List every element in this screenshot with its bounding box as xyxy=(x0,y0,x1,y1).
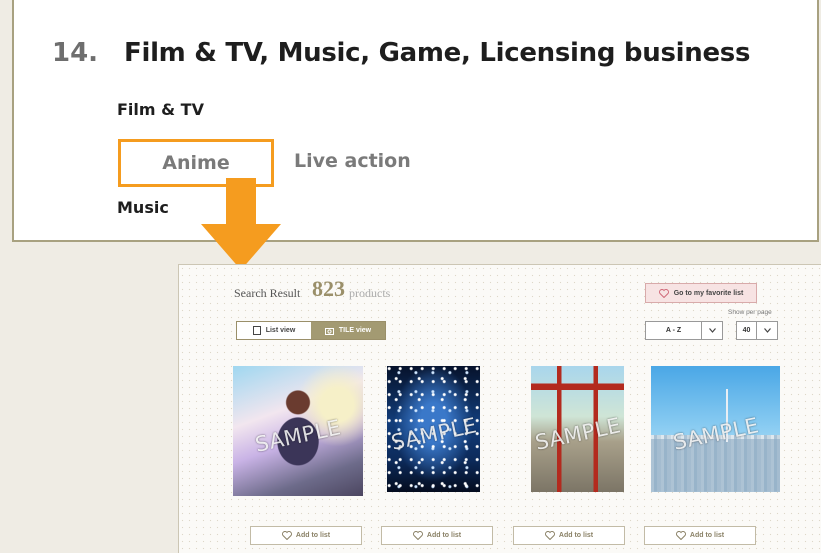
add-to-list-button[interactable]: Add to list xyxy=(250,526,362,545)
view-toggle: List view TILE view xyxy=(236,321,386,340)
add-to-list-button[interactable]: Add to list xyxy=(381,526,493,545)
search-result-panel: Search Result 823 products Go to my favo… xyxy=(178,264,821,553)
heart-icon xyxy=(544,531,555,540)
add-to-list-label: Add to list xyxy=(689,532,725,539)
heart-icon xyxy=(658,288,669,298)
list-view-label: List view xyxy=(265,327,296,334)
document-icon xyxy=(252,326,261,335)
add-to-list-button[interactable]: Add to list xyxy=(513,526,625,545)
show-per-page-label: Show per page xyxy=(728,309,772,316)
search-result-label: Search Result xyxy=(234,286,301,300)
heart-icon xyxy=(412,531,423,540)
product-image[interactable]: SAMPLE xyxy=(531,366,624,492)
section-header-box: 14. Film & TV, Music, Game, Licensing bu… xyxy=(12,0,819,242)
per-page-select[interactable]: 40 xyxy=(736,321,778,340)
tile-view-button[interactable]: TILE view xyxy=(311,322,385,339)
category-film-tv: Film & TV xyxy=(117,100,204,119)
result-count: 823 xyxy=(312,276,345,301)
chevron-down-icon xyxy=(701,322,722,339)
result-unit: products xyxy=(349,286,391,300)
section-title: Film & TV, Music, Game, Licensing busine… xyxy=(124,38,751,68)
favorite-list-button[interactable]: Go to my favorite list xyxy=(645,283,757,303)
add-to-list-label: Add to list xyxy=(426,532,462,539)
sort-select[interactable]: A - Z xyxy=(645,321,723,340)
add-to-list-label: Add to list xyxy=(558,532,594,539)
sample-watermark: SAMPLE xyxy=(532,413,623,455)
sample-watermark: SAMPLE xyxy=(388,413,479,455)
per-page-value: 40 xyxy=(742,327,751,334)
sample-watermark: SAMPLE xyxy=(670,413,761,455)
section-number: 14. xyxy=(52,38,99,68)
product-image[interactable]: SAMPLE xyxy=(233,366,363,496)
favorite-list-label: Go to my favorite list xyxy=(673,289,744,297)
add-to-list-label: Add to list xyxy=(295,532,331,539)
product-image[interactable]: SAMPLE xyxy=(387,366,480,492)
down-arrow-icon xyxy=(201,178,281,270)
chevron-down-icon xyxy=(756,322,777,339)
tab-live-action[interactable]: Live action xyxy=(294,150,411,172)
heart-icon xyxy=(281,531,292,540)
heart-icon xyxy=(675,531,686,540)
category-music[interactable]: Music xyxy=(117,198,169,217)
camera-icon xyxy=(324,327,334,335)
product-image[interactable]: SAMPLE xyxy=(651,366,780,492)
sort-value: A - Z xyxy=(665,327,682,334)
add-to-list-button[interactable]: Add to list xyxy=(644,526,756,545)
tile-view-label: TILE view xyxy=(338,327,372,334)
list-view-button[interactable]: List view xyxy=(237,322,311,339)
sample-watermark: SAMPLE xyxy=(253,415,343,457)
